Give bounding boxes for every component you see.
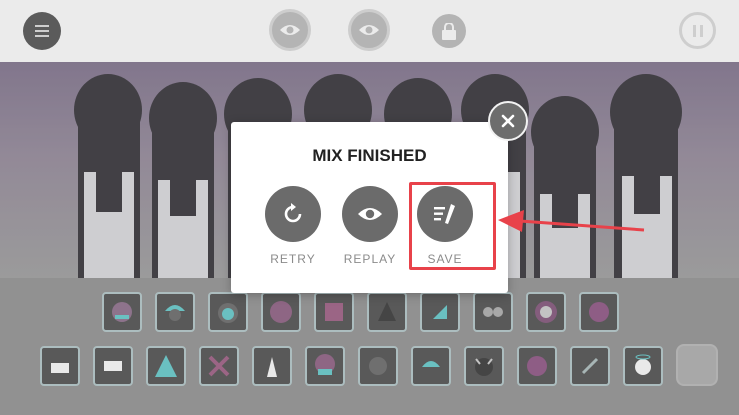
- top-toolbar: [0, 0, 739, 62]
- lock-button[interactable]: [432, 14, 466, 48]
- sound-tile[interactable]: [579, 292, 619, 332]
- sound-tile[interactable]: [367, 292, 407, 332]
- retry-icon: [284, 203, 302, 223]
- save-button[interactable]: SAVE: [409, 186, 481, 276]
- sound-tile[interactable]: [358, 346, 398, 386]
- pause-icon: [692, 24, 703, 37]
- dialog-title: MIX FINISHED: [312, 146, 427, 165]
- save-edit-icon: [434, 204, 455, 224]
- sound-tile[interactable]: [420, 292, 460, 332]
- retry-button[interactable]: RETRY: [257, 186, 329, 276]
- sound-tile[interactable]: [473, 292, 513, 332]
- sound-tile[interactable]: [526, 292, 566, 332]
- sound-tile[interactable]: [155, 292, 195, 332]
- sound-tile[interactable]: [464, 346, 504, 386]
- sound-tile[interactable]: [570, 346, 610, 386]
- eye-icon: [280, 25, 300, 35]
- sound-tile[interactable]: [517, 346, 557, 386]
- sound-tile[interactable]: [261, 292, 301, 332]
- replay-label: REPLAY: [343, 252, 397, 266]
- hamburger-icon: [35, 25, 49, 37]
- retry-label: RETRY: [270, 252, 316, 266]
- sound-tile[interactable]: [623, 346, 663, 386]
- lock-icon: [442, 22, 456, 40]
- view-toggle-button-2[interactable]: [348, 9, 390, 51]
- menu-button[interactable]: [23, 12, 61, 50]
- sound-tile[interactable]: [146, 346, 186, 386]
- replay-button[interactable]: REPLAY: [334, 186, 406, 276]
- view-toggle-button-1[interactable]: [269, 9, 311, 51]
- sound-tile[interactable]: [102, 292, 142, 332]
- eye-icon: [359, 25, 379, 35]
- empty-slot: [676, 344, 718, 386]
- eye-icon: [358, 208, 382, 220]
- sound-tile[interactable]: [40, 346, 80, 386]
- close-icon: [501, 114, 515, 128]
- sound-tile[interactable]: [93, 346, 133, 386]
- sound-tile[interactable]: [305, 346, 345, 386]
- sound-tile[interactable]: [314, 292, 354, 332]
- mix-finished-dialog: MIX FINISHED RETRY REPLAY SAVE: [231, 122, 508, 293]
- sound-tray: [0, 278, 739, 415]
- pause-button[interactable]: [679, 12, 716, 49]
- sound-tile[interactable]: [252, 346, 292, 386]
- sound-tile[interactable]: [208, 292, 248, 332]
- sound-tile[interactable]: [199, 346, 239, 386]
- sound-tile[interactable]: [411, 346, 451, 386]
- save-label: SAVE: [427, 252, 463, 266]
- close-button[interactable]: [488, 101, 528, 141]
